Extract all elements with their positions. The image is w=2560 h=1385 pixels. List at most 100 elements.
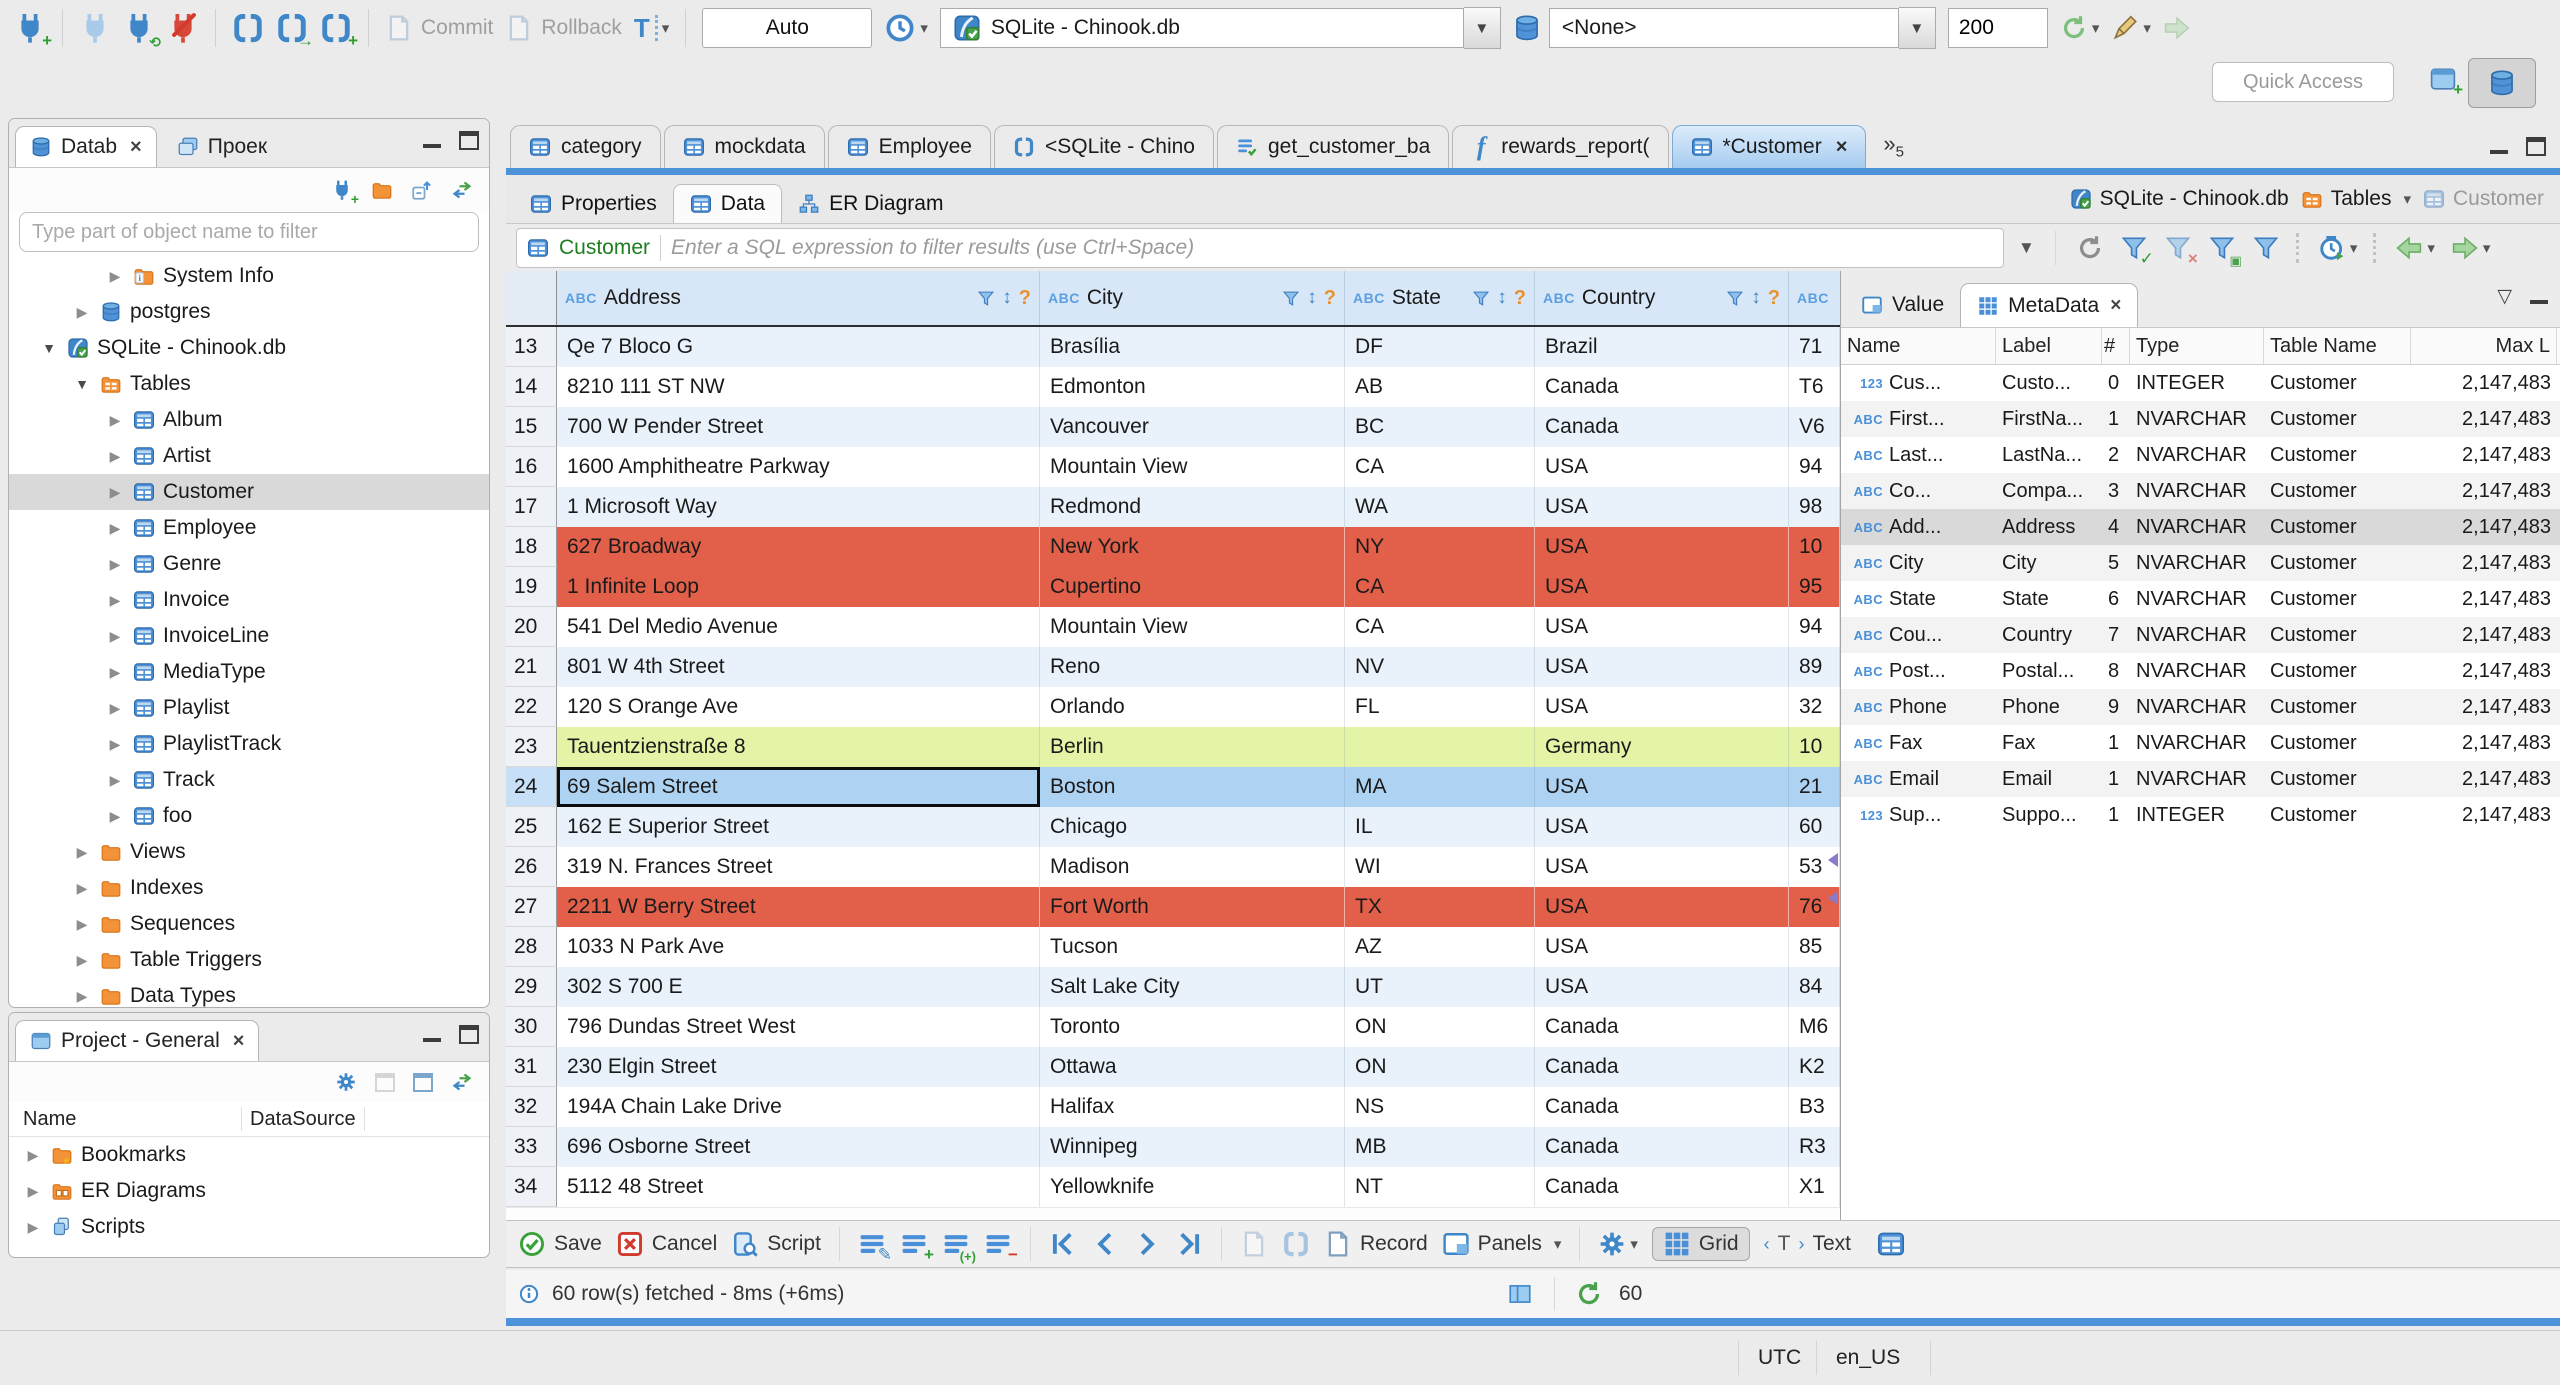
meta-column-table-name[interactable]: Table Name [2264, 328, 2411, 364]
commit-button[interactable]: Commit [385, 15, 493, 41]
tree-item-customer[interactable]: ▶ Customer [9, 474, 489, 510]
tree-item-tables[interactable]: ▼ Tables [9, 366, 489, 402]
grid-cell-country[interactable]: USA [1535, 647, 1789, 687]
editor-tab-customer[interactable]: *Customer × [1671, 125, 1867, 168]
breadcrumb-tables[interactable]: Tables ▾ [2301, 187, 2411, 211]
column-header-state[interactable]: ABC State ↕? [1345, 271, 1535, 325]
breadcrumb-database[interactable]: SQLite - Chinook.db [2070, 187, 2289, 211]
grid-cell-city[interactable]: Yellowknife [1040, 1167, 1345, 1207]
tree-item-data-types[interactable]: ▶ Data Types [9, 978, 489, 1007]
schema-select-combo[interactable]: <None> ▼ [1513, 7, 1936, 49]
grid-cell-country[interactable]: Canada [1535, 1007, 1789, 1047]
row-number-cell[interactable]: 19 [506, 567, 557, 607]
maximize-icon[interactable] [459, 131, 479, 150]
fetch-previous-icon[interactable]: ▾ [2395, 235, 2435, 261]
editor-tab-employee[interactable]: Employee [827, 125, 991, 168]
meta-row-state[interactable]: ABC State State 6 NVARCHAR Customer 2,147,483 [1841, 581, 2560, 617]
column-info-icon[interactable]: ? [1019, 287, 1031, 310]
tree-item-sqlite-chinook-db[interactable]: ▼ SQLite - Chinook.db [9, 330, 489, 366]
grid-cell-city[interactable]: Chicago [1040, 807, 1345, 847]
new-connection-icon[interactable]: + [331, 180, 359, 206]
row-number-cell[interactable]: 22 [506, 687, 557, 727]
disconnect-button[interactable] [167, 13, 199, 43]
grid-cell-extra[interactable]: 10 [1789, 727, 1840, 767]
row-number-cell[interactable]: 23 [506, 727, 557, 767]
grid-cell-address[interactable]: 627 Broadway [557, 527, 1040, 567]
edit-row-icon[interactable]: ✎ [858, 1231, 892, 1263]
grid-cell-state[interactable]: MB [1345, 1127, 1535, 1167]
tree-item-sequences[interactable]: ▶ Sequences [9, 906, 489, 942]
meta-row-custo[interactable]: 123 Cus... Custo... 0 INTEGER Customer 2,147,4… [1841, 365, 2560, 401]
grid-cell-extra[interactable]: 95 [1789, 567, 1840, 607]
maximize-icon[interactable] [2526, 137, 2546, 156]
expand-arrow-icon[interactable]: ▶ [105, 736, 125, 753]
grid-cell-extra[interactable]: B3 [1789, 1087, 1840, 1127]
grid-cell-extra[interactable]: X1 [1789, 1167, 1840, 1207]
tree-item-employee[interactable]: ▶ Employee [9, 510, 489, 546]
close-icon[interactable]: × [1836, 136, 1848, 159]
editor-tab-category[interactable]: category [510, 125, 661, 168]
grid-cell-address[interactable]: 162 E Superior Street [557, 807, 1040, 847]
grid-cell-country[interactable]: USA [1535, 807, 1789, 847]
row-number-cell[interactable]: 20 [506, 607, 557, 647]
expand-arrow-icon[interactable]: ▶ [105, 808, 125, 825]
row-number-cell[interactable]: 26 [506, 847, 557, 887]
expand-arrow-icon[interactable]: ▶ [105, 268, 125, 285]
grid-cell-state[interactable]: NV [1345, 647, 1535, 687]
grid-cell-city[interactable]: Halifax [1040, 1087, 1345, 1127]
filter-icon[interactable] [1472, 290, 1490, 307]
tree-item-foo[interactable]: ▶ foo [9, 798, 489, 834]
apply-filter-icon[interactable]: ✓ [2120, 235, 2154, 267]
connect-button[interactable] [79, 13, 111, 43]
grid-cell-country[interactable]: Canada [1535, 1087, 1789, 1127]
grid-cell-state[interactable]: WA [1345, 487, 1535, 527]
database-select-combo[interactable]: SQLite - Chinook.db ▼ [939, 7, 1501, 49]
gear-icon[interactable]: ▾ [1598, 1231, 1638, 1257]
grid-cell-city[interactable]: Ottawa [1040, 1047, 1345, 1087]
meta-column-label[interactable]: Label [1996, 328, 2102, 364]
expand-arrow-icon[interactable]: ▶ [72, 304, 92, 321]
grid-cell-city[interactable]: Madison [1040, 847, 1345, 887]
grid-cell-address[interactable]: 696 Osborne Street [557, 1127, 1040, 1167]
grid-cell-state[interactable]: AB [1345, 367, 1535, 407]
meta-column-name[interactable]: Name [1841, 328, 1996, 364]
row-number-cell[interactable]: 13 [506, 327, 557, 367]
breadcrumb-entity[interactable]: Customer [2423, 187, 2544, 211]
row-number-cell[interactable]: 32 [506, 1087, 557, 1127]
grid-cell-country[interactable]: USA [1535, 607, 1789, 647]
link-with-editor-icon[interactable] [451, 180, 473, 200]
meta-row-city[interactable]: ABC City City 5 NVARCHAR Customer 2,147,483 [1841, 545, 2560, 581]
grid-cell-address[interactable]: 8210 111 ST NW [557, 367, 1040, 407]
project-item-scripts[interactable]: ▶ Scripts [9, 1209, 489, 1245]
add-row-icon[interactable]: + [900, 1231, 934, 1263]
next-record-icon[interactable] [1133, 1231, 1161, 1257]
row-number-cell[interactable]: 28 [506, 927, 557, 967]
expand-arrow-icon[interactable]: ▼ [72, 376, 92, 392]
expand-arrow-icon[interactable]: ▶ [105, 592, 125, 609]
grid-cell-country[interactable]: Canada [1535, 1167, 1789, 1207]
grid-cell-state[interactable]: CA [1345, 447, 1535, 487]
grid-cell-state[interactable]: AZ [1345, 927, 1535, 967]
view-menu-icon[interactable]: ▽ [2497, 285, 2512, 308]
meta-column-[interactable]: # [2102, 328, 2130, 364]
sql-history-button[interactable]: ▾ [884, 13, 928, 43]
meta-row-compa[interactable]: ABC Co... Compa... 3 NVARCHAR Customer 2,147,4… [1841, 473, 2560, 509]
grid-cell-extra[interactable]: T6 [1789, 367, 1840, 407]
filter-input-field[interactable]: Customer Enter a SQL expression to filte… [516, 227, 2004, 268]
filter-icon[interactable] [1726, 290, 1744, 307]
grid-cell-country[interactable]: USA [1535, 927, 1789, 967]
grid-cell-address[interactable]: Tauentzienstraße 8 [557, 727, 1040, 767]
tree-item-invoiceline[interactable]: ▶ InvoiceLine [9, 618, 489, 654]
sort-icon[interactable]: ↕ [1002, 287, 1012, 309]
grid-cell-address[interactable]: 194A Chain Lake Drive [557, 1087, 1040, 1127]
row-number-cell[interactable]: 29 [506, 967, 557, 1007]
tree-item-track[interactable]: ▶ Track [9, 762, 489, 798]
grid-cell-city[interactable]: Reno [1040, 647, 1345, 687]
gear-icon[interactable] [335, 1072, 357, 1092]
row-number-cell[interactable]: 18 [506, 527, 557, 567]
open-sql-editor-button[interactable]: → [276, 13, 314, 49]
grid-cell-country[interactable]: USA [1535, 487, 1789, 527]
grid-cell-state[interactable]: BC [1345, 407, 1535, 447]
expand-arrow-icon[interactable]: ▶ [105, 520, 125, 537]
combo-dropdown-button[interactable]: ▼ [1898, 7, 1936, 49]
